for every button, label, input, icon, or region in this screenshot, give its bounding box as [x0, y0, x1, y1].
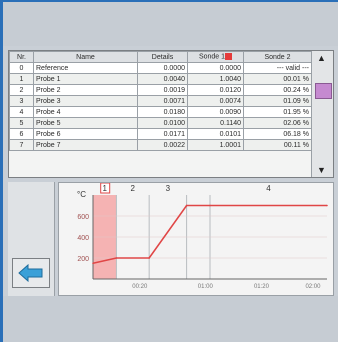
table-header-row: Nr. Name Details Sonde 1 Sonde 2 — [9, 51, 312, 63]
x-tick-label: 01:00 — [198, 284, 214, 290]
table-row[interactable]: 5 Probe 5 0.0100 0.1140 02.06 % — [9, 117, 312, 129]
row-sonde2: 00.01 % — [243, 73, 312, 85]
sonde1-badge-icon — [225, 53, 233, 61]
segment-label: 2 — [131, 184, 136, 193]
row-sonde2: --- valid --- — [243, 62, 312, 74]
table-row[interactable]: 3 Probe 3 0.0071 0.0074 01.09 % — [9, 95, 312, 107]
table-row[interactable]: 1 Probe 1 0.0040 1.0040 00.01 % — [9, 73, 312, 85]
row-nr: 3 — [9, 95, 34, 107]
row-nr: 4 — [9, 106, 34, 118]
back-button[interactable] — [12, 258, 50, 288]
scrollbar-thumb[interactable] — [315, 83, 332, 99]
table-row[interactable]: 4 Probe 4 0.0180 0.0090 01.95 % — [9, 106, 312, 118]
segment-label: 1 — [102, 184, 107, 193]
table-scrollbar[interactable]: ▲ ▼ — [311, 51, 333, 177]
row-nr: 7 — [9, 139, 34, 151]
row-sonde2: 06.18 % — [243, 128, 312, 140]
segment-label: 4 — [266, 184, 271, 193]
chart-canvas: 600 400 200 °C 1 2 3 4 00:20 01:00 01:20 02:00 — [77, 183, 328, 290]
col-header-details[interactable]: Details — [137, 51, 188, 63]
series-point — [185, 204, 188, 207]
row-sonde2: 00.24 % — [243, 84, 312, 96]
col-header-nr[interactable]: Nr. — [9, 51, 34, 63]
row-sonde1: 0.0101 — [187, 128, 244, 140]
x-tick-label: 02:00 — [305, 284, 321, 290]
triangle-up-icon[interactable]: ▲ — [317, 53, 326, 63]
row-name: Probe 6 — [33, 128, 138, 140]
temperature-chart: 600 400 200 °C 1 2 3 4 00:20 01:00 01:20 02:00 — [58, 182, 334, 296]
col-header-name[interactable]: Name — [33, 51, 138, 63]
x-tick-label: 01:20 — [254, 284, 270, 290]
row-sonde1: 1.0040 — [187, 73, 244, 85]
row-sonde1: 0.0000 — [187, 62, 244, 74]
series-point — [115, 257, 118, 259]
row-details: 0.0019 — [137, 84, 188, 96]
y-axis-unit: °C — [77, 190, 86, 199]
row-name: Probe 1 — [33, 73, 138, 85]
row-sonde1: 1.0001 — [187, 139, 244, 151]
col-header-sonde1-label: Sonde 1 — [198, 53, 226, 61]
row-name: Probe 5 — [33, 117, 138, 129]
table-row[interactable]: 0 Reference 0.0000 0.0000 --- valid --- — [9, 62, 312, 74]
row-details: 0.0071 — [137, 95, 188, 107]
x-tick-label: 00:20 — [132, 284, 148, 290]
row-sonde1: 0.0090 — [187, 106, 244, 118]
series-point — [148, 257, 150, 259]
row-nr: 2 — [9, 84, 34, 96]
triangle-down-icon[interactable]: ▼ — [317, 165, 326, 175]
row-nr: 5 — [9, 117, 34, 129]
footer-band — [3, 296, 338, 342]
segment-label: 3 — [166, 184, 171, 193]
row-name: Probe 2 — [33, 84, 138, 96]
row-sonde1: 0.1140 — [187, 117, 244, 129]
y-tick-label: 600 — [77, 214, 89, 221]
probe-table: Nr. Name Details Sonde 1 Sonde 2 0 Refer… — [8, 50, 334, 178]
row-name: Probe 3 — [33, 95, 138, 107]
series-point — [209, 204, 211, 207]
y-tick-label: 400 — [77, 235, 89, 242]
row-details: 0.0040 — [137, 73, 188, 85]
row-sonde2: 00.11 % — [243, 139, 312, 151]
row-details: 0.0171 — [137, 128, 188, 140]
row-nr: 1 — [9, 73, 34, 85]
col-header-sonde1[interactable]: Sonde 1 — [187, 51, 244, 63]
row-details: 0.0000 — [137, 62, 188, 74]
table-row[interactable]: 6 Probe 6 0.0171 0.0101 06.18 % — [9, 128, 312, 140]
table-row[interactable]: 2 Probe 2 0.0019 0.0120 00.24 % — [9, 84, 312, 96]
row-details: 0.0100 — [137, 117, 188, 129]
arrow-left-icon — [18, 264, 43, 282]
row-nr: 6 — [9, 128, 34, 140]
row-name: Reference — [33, 62, 138, 74]
probe-grid: Nr. Name Details Sonde 1 Sonde 2 0 Refer… — [9, 51, 312, 151]
row-nr: 0 — [9, 62, 34, 74]
row-sonde2: 01.95 % — [243, 106, 312, 118]
series-point — [326, 204, 328, 207]
row-details: 0.0022 — [137, 139, 188, 151]
y-tick-label: 200 — [77, 256, 89, 263]
row-name: Probe 7 — [33, 139, 138, 151]
row-sonde2: 02.06 % — [243, 117, 312, 129]
row-sonde2: 01.09 % — [243, 95, 312, 107]
col-header-sonde2[interactable]: Sonde 2 — [243, 51, 312, 63]
header-band — [3, 2, 338, 46]
row-sonde1: 0.0120 — [187, 84, 244, 96]
series-point — [92, 262, 94, 265]
table-row[interactable]: 7 Probe 7 0.0022 1.0001 00.11 % — [9, 139, 312, 151]
row-details: 0.0180 — [137, 106, 188, 118]
row-name: Probe 4 — [33, 106, 138, 118]
row-sonde1: 0.0074 — [187, 95, 244, 107]
